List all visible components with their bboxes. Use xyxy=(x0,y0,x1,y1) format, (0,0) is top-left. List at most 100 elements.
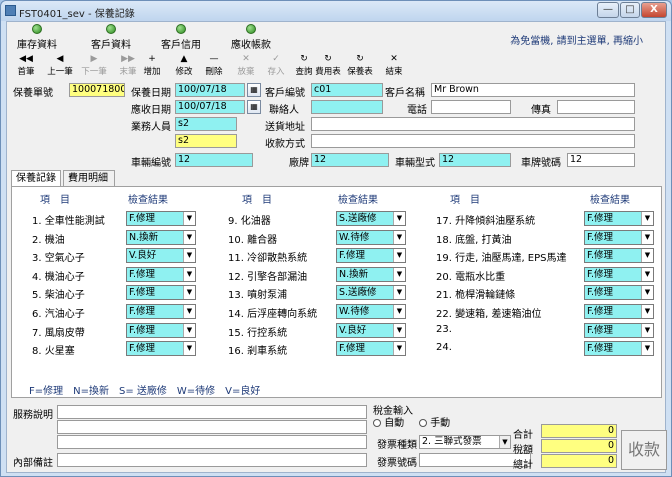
check-result-value: F.修理 xyxy=(587,324,613,336)
order-no-label: 保養單號 xyxy=(13,88,53,99)
add-icon: + xyxy=(148,54,156,64)
service-date-field[interactable]: 100/07/18 xyxy=(175,83,245,97)
nav-credit[interactable]: 客戶信用 xyxy=(151,24,211,51)
tax-amount-field: 0 xyxy=(541,439,617,453)
tab-service-record[interactable]: 保養記錄 xyxy=(11,170,61,187)
vehicle-no-field[interactable]: 12 xyxy=(175,153,253,167)
chevron-down-icon: ▼ xyxy=(641,323,653,337)
chevron-down-icon: ▼ xyxy=(183,323,195,337)
check-result-select[interactable]: F.修理 ▼ xyxy=(126,304,196,319)
tax-input-group: 稅金輸入 自動 手動 xyxy=(369,402,489,430)
fax-field[interactable] xyxy=(557,100,635,114)
calendar-icon[interactable]: ▦ xyxy=(247,100,261,114)
toolbar-exit-button[interactable]: ✕ 結束 xyxy=(377,54,411,77)
toolbar-label: 存入 xyxy=(267,67,285,77)
check-item-label: 5. 柴油心子 xyxy=(32,290,85,302)
check-result-select[interactable]: F.修理 ▼ xyxy=(336,248,406,264)
toolbar-prev-button[interactable]: ◀ 上一筆 xyxy=(43,54,77,77)
chevron-down-icon: ▼ xyxy=(393,305,405,318)
hint-text: 為免當機, 請到主選單, 再縮小 xyxy=(510,36,643,47)
service-desc-line-3[interactable] xyxy=(57,435,367,449)
check-result-select[interactable]: V.良好 ▼ xyxy=(336,322,406,338)
address-field[interactable] xyxy=(311,117,635,131)
toolbar-first-button[interactable]: ◀◀ 首筆 xyxy=(9,54,43,77)
check-result-select[interactable]: F.修理 ▼ xyxy=(126,211,196,226)
check-result-select[interactable]: S.送廠修 ▼ xyxy=(336,211,406,226)
tax-amount-label: 稅額 xyxy=(513,445,533,456)
salesperson-name-field[interactable]: s2 xyxy=(175,134,237,148)
check-result-select[interactable]: F.修理 ▼ xyxy=(336,341,406,357)
model-field[interactable]: 12 xyxy=(439,153,511,167)
toolbar-add-button[interactable]: + 增加 xyxy=(135,54,169,77)
col-result-header: 檢查結果 xyxy=(128,195,168,206)
collect-payment-button[interactable]: 收款 xyxy=(621,430,667,470)
close-button[interactable]: X xyxy=(641,2,667,18)
phone-field[interactable] xyxy=(431,100,511,114)
check-result-select[interactable]: F.修理 ▼ xyxy=(126,266,196,282)
order-no-field[interactable]: 1000718002 xyxy=(69,83,125,97)
check-item-label: 6. 汽油心子 xyxy=(32,309,85,320)
maximize-button[interactable]: □ xyxy=(620,2,640,18)
toolbar-next-button[interactable]: ▶ 下一筆 xyxy=(77,54,111,77)
service-desc-line-2[interactable] xyxy=(57,420,367,434)
check-result-select[interactable]: S.送廠修 ▼ xyxy=(336,285,406,301)
check-result-select[interactable]: F.修理 ▼ xyxy=(126,341,196,357)
minimize-button[interactable]: — xyxy=(597,2,619,18)
check-result-select[interactable]: W.待修 ▼ xyxy=(336,304,406,319)
nav-label: 應收帳款 xyxy=(231,40,271,51)
col-item-header: 項 目 xyxy=(450,195,480,206)
service-desc-line-1[interactable] xyxy=(57,405,367,419)
chevron-down-icon: ▼ xyxy=(641,230,653,244)
brand-field[interactable]: 12 xyxy=(311,153,389,167)
edit-icon: ▲ xyxy=(180,54,188,64)
toolbar-edit-button[interactable]: ▲ 修改 xyxy=(167,54,201,77)
check-result-select[interactable]: N.換新 ▼ xyxy=(126,229,196,245)
chevron-down-icon: ▼ xyxy=(641,305,653,318)
chevron-down-icon: ▼ xyxy=(183,305,195,318)
toolbar-service-sheet-button[interactable]: ↻ 保養表 xyxy=(343,54,377,77)
toolbar-delete-button[interactable]: — 刪除 xyxy=(197,54,231,77)
check-result-select[interactable]: F.修理 ▼ xyxy=(584,341,654,357)
nav-inventory[interactable]: 庫存資料 xyxy=(7,24,67,51)
check-result-select[interactable]: F.修理 ▼ xyxy=(126,322,196,338)
payment-method-field[interactable] xyxy=(311,134,635,148)
check-result-select[interactable]: V.良好 ▼ xyxy=(126,248,196,264)
toolbar-cost-sheet-button[interactable]: ↻ 費用表 xyxy=(311,54,345,77)
col-item-header: 項 目 xyxy=(242,195,272,206)
cancel-icon: ✕ xyxy=(242,54,250,64)
toolbar-cancel-button[interactable]: ✕ 放棄 xyxy=(229,54,263,77)
check-result-select[interactable]: F.修理 ▼ xyxy=(584,322,654,338)
check-result-select[interactable]: F.修理 ▼ xyxy=(584,229,654,245)
cost-sheet-icon: ↻ xyxy=(324,54,332,64)
toolbar-label: 首筆 xyxy=(17,67,35,77)
receipt-date-field[interactable]: 100/07/18 xyxy=(175,100,245,114)
check-result-select[interactable]: W.待修 ▼ xyxy=(336,229,406,245)
customer-code-field[interactable]: c01 xyxy=(311,83,383,97)
total-label: 總計 xyxy=(513,460,533,471)
contact-field[interactable] xyxy=(311,100,383,114)
check-result-value: F.修理 xyxy=(129,324,155,336)
check-result-select[interactable]: F.修理 ▼ xyxy=(584,304,654,319)
check-result-select[interactable]: N.換新 ▼ xyxy=(336,266,406,282)
internal-note-field[interactable] xyxy=(57,453,367,467)
order-header: 保養單號 1000718002 保養日期 100/07/18 ▦ 應收日期 10… xyxy=(7,80,665,170)
customer-name-label: 客戶名稱 xyxy=(385,88,425,99)
calendar-icon[interactable]: ▦ xyxy=(247,83,261,97)
nav-receivables[interactable]: 應收帳款 xyxy=(221,24,281,51)
customer-name-field[interactable]: Mr Brown xyxy=(431,83,635,97)
tax-manual-radio[interactable]: 手動 xyxy=(419,414,450,429)
contact-label: 聯絡人 xyxy=(269,105,299,116)
salesperson-code-field[interactable]: s2 xyxy=(175,117,237,131)
check-result-select[interactable]: F.修理 ▼ xyxy=(584,211,654,226)
check-result-select[interactable]: F.修理 ▼ xyxy=(126,285,196,301)
tax-auto-radio[interactable]: 自動 xyxy=(373,414,404,429)
nav-customer[interactable]: 客戶資料 xyxy=(81,24,141,51)
check-result-select[interactable]: F.修理 ▼ xyxy=(584,248,654,264)
tab-cost-detail[interactable]: 費用明細 xyxy=(63,170,115,186)
check-result-select[interactable]: F.修理 ▼ xyxy=(584,266,654,282)
invoice-type-select[interactable]: 2. 三聯式發票 ▼ xyxy=(419,435,511,449)
chevron-down-icon: ▼ xyxy=(393,267,405,281)
plate-field[interactable]: 12 xyxy=(567,153,635,167)
chevron-down-icon: ▼ xyxy=(641,249,653,263)
check-result-select[interactable]: F.修理 ▼ xyxy=(584,285,654,301)
